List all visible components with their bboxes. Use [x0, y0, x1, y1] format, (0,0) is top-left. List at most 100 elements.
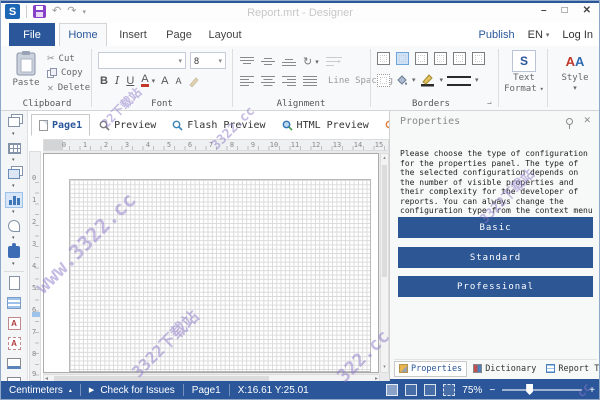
tab-report-tree[interactable]: Report Tree [542, 361, 600, 377]
align-center-icon[interactable] [261, 75, 275, 86]
italic-button[interactable]: I [115, 74, 119, 87]
chevron-down-icon[interactable]: ▾ [12, 183, 15, 189]
border-color-pen-icon[interactable] [420, 73, 436, 87]
report-page[interactable] [43, 153, 379, 373]
shape-tool-icon[interactable] [5, 218, 23, 234]
horizontal-ruler[interactable]: 0 1 2 3 4 5 6 7 8 9 10 11 12 13 14 15 [43, 139, 389, 151]
grow-font-button[interactable]: A [161, 75, 168, 87]
page-tool-icon[interactable] [5, 275, 23, 291]
design-canvas[interactable]: ▴ ▾ ◂ ▸ [43, 151, 389, 383]
align-right-icon[interactable] [282, 75, 296, 86]
check-for-issues-button[interactable]: ▶Check for Issues [81, 381, 183, 399]
chevron-down-icon[interactable]: ▾ [475, 76, 479, 84]
delete-button[interactable]: ✕ Delete [47, 83, 90, 93]
font-name-select[interactable]: ▾ [98, 52, 186, 69]
border-top-button[interactable] [434, 52, 447, 65]
rotate-text-icon[interactable]: ↻ [303, 55, 312, 68]
align-justify-icon[interactable] [303, 75, 317, 86]
vertical-ruler[interactable]: 0 1 2 3 4 5 6 7 8 9 [29, 151, 41, 381]
text-format-button[interactable]: S Text Format▾ [504, 50, 544, 94]
view-mode-report-icon[interactable] [443, 384, 455, 396]
borders-dialog-launcher-icon[interactable]: ⌐ [487, 99, 492, 108]
tab-page1[interactable]: Page1 [31, 114, 90, 136]
chevron-down-icon[interactable]: ▾ [12, 157, 15, 163]
tab-properties[interactable]: Properties [394, 361, 467, 377]
tab-html-preview[interactable]: HTML Preview [275, 114, 376, 136]
scroll-down-icon[interactable]: ▾ [381, 363, 388, 372]
align-left-icon[interactable] [240, 75, 254, 86]
paste-button[interactable]: Paste [9, 50, 43, 96]
login-button[interactable]: Log In [562, 29, 593, 41]
chevron-down-icon[interactable]: ▾ [440, 76, 444, 84]
copy-button[interactable]: Copy [47, 68, 83, 78]
text-tool-icon[interactable]: A [5, 315, 23, 331]
shrink-font-button[interactable]: A [175, 76, 181, 86]
view-mode-normal-icon[interactable] [386, 384, 398, 396]
zoom-slider-thumb[interactable] [526, 384, 533, 395]
underline-button[interactable]: U [126, 75, 134, 87]
panel-tool-icon[interactable] [5, 355, 23, 371]
align-top-icon[interactable] [240, 56, 254, 67]
standard-config-button[interactable]: Standard [398, 247, 593, 268]
tab-insert[interactable]: Insert [111, 23, 155, 46]
pages-tool-icon[interactable] [5, 114, 23, 130]
component-tool-icon[interactable] [5, 244, 23, 260]
border-outside-button[interactable] [396, 52, 409, 65]
style-button[interactable]: A A Style ▾ [555, 50, 595, 92]
format-brush-icon[interactable] [188, 75, 200, 87]
chevron-down-icon[interactable]: ▾ [12, 209, 15, 215]
view-mode-page-break-icon[interactable] [405, 384, 417, 396]
scroll-up-icon[interactable]: ▴ [381, 154, 388, 163]
close-button[interactable]: ✕ [583, 5, 591, 16]
zoom-slider[interactable] [502, 389, 582, 391]
close-panel-icon[interactable]: ✕ [583, 115, 591, 126]
align-bottom-icon[interactable] [282, 56, 296, 67]
chevron-down-icon[interactable]: ▾ [12, 131, 15, 137]
bold-button[interactable]: B [100, 75, 108, 87]
image-tool-icon[interactable] [5, 166, 23, 182]
tab-page[interactable]: Page [159, 23, 199, 46]
tab-home[interactable]: Home [59, 23, 107, 46]
chevron-down-icon[interactable]: ▾ [412, 76, 416, 84]
align-middle-icon[interactable] [261, 56, 275, 67]
chevron-down-icon[interactable]: ▾ [12, 261, 15, 267]
band-tool-icon[interactable] [5, 295, 23, 311]
chevron-down-icon[interactable]: ▾ [12, 235, 15, 241]
vertical-scrollbar[interactable]: ▴ ▾ [380, 153, 389, 373]
zoom-level[interactable]: 75% [462, 385, 482, 396]
zoom-in-icon[interactable]: + [589, 385, 595, 396]
units-selector[interactable]: Centimeters▴ [1, 381, 80, 399]
border-none-button[interactable] [415, 52, 428, 65]
font-size-select[interactable]: 8▾ [190, 52, 226, 69]
font-color-button[interactable]: A [141, 74, 148, 87]
zoom-out-icon[interactable]: − [489, 385, 495, 396]
tab-dictionary[interactable]: Dictionary [469, 361, 540, 377]
tab-file[interactable]: File [9, 23, 55, 46]
design-grid[interactable] [69, 179, 371, 372]
chart-tool-icon[interactable] [5, 192, 23, 208]
chevron-down-icon[interactable]: ▾ [152, 77, 156, 85]
language-selector[interactable]: EN▾ [528, 29, 550, 41]
border-left-button[interactable] [453, 52, 466, 65]
minimize-button[interactable]: – [541, 5, 547, 16]
view-mode-logical-icon[interactable] [424, 384, 436, 396]
border-all-button[interactable] [377, 52, 390, 65]
cut-button[interactable]: ✂ Cut [47, 53, 75, 64]
maximize-button[interactable]: □ [562, 5, 568, 16]
tab-layout[interactable]: Layout [201, 23, 249, 46]
publish-button[interactable]: Publish [479, 29, 515, 41]
basic-config-button[interactable]: Basic [398, 217, 593, 238]
border-style-button[interactable] [447, 76, 471, 86]
professional-config-button[interactable]: Professional [398, 276, 593, 297]
current-page-label[interactable]: Page1 [184, 381, 229, 399]
text-in-cells-tool-icon[interactable]: A [5, 335, 23, 351]
chevron-down-icon[interactable]: ▾ [315, 58, 319, 66]
border-right-button[interactable] [472, 52, 485, 65]
border-bottom-button[interactable] [377, 74, 390, 87]
tab-flash-preview[interactable]: Flash Preview [165, 114, 272, 136]
scrollbar-thumb[interactable] [382, 165, 387, 277]
table-tool-icon[interactable] [5, 140, 23, 156]
tab-preview[interactable]: Preview [92, 114, 163, 136]
pin-icon[interactable] [566, 118, 573, 125]
fill-color-icon[interactable] [394, 73, 408, 87]
